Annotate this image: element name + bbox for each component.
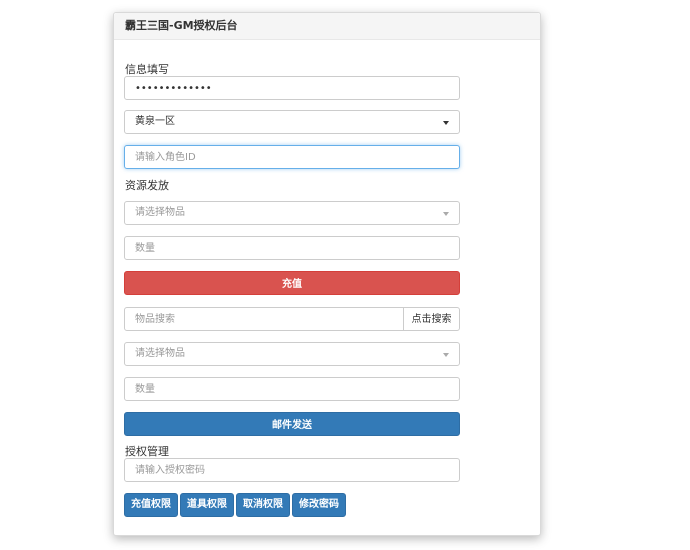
mail-quantity-input[interactable] <box>124 377 460 401</box>
gm-panel: 霸王三国-GM授权后台 信息填写 黄泉一区 资源发放 请选择物品 充值 点击搜索… <box>113 12 541 536</box>
role-id-input[interactable] <box>124 145 460 169</box>
cancel-permission-button[interactable]: 取消权限 <box>236 493 290 517</box>
auth-section-label: 授权管理 <box>125 445 169 458</box>
chevron-down-icon <box>443 212 449 216</box>
item-search-group: 点击搜索 <box>124 307 460 331</box>
server-select[interactable]: 黄泉一区 <box>124 110 460 134</box>
recharge-button[interactable]: 充值 <box>124 271 460 295</box>
search-button[interactable]: 点击搜索 <box>403 307 460 331</box>
mail-item-select-value: 请选择物品 <box>135 348 185 359</box>
resource-section-label: 资源发放 <box>125 179 169 192</box>
panel-heading: 霸王三国-GM授权后台 <box>114 13 540 40</box>
resource-item-select-value: 请选择物品 <box>135 207 185 218</box>
auth-password-input[interactable] <box>124 458 460 482</box>
auth-button-row: 充值权限 道具权限 取消权限 修改密码 <box>124 493 348 517</box>
item-permission-button[interactable]: 道具权限 <box>180 493 234 517</box>
mail-item-select[interactable]: 请选择物品 <box>124 342 460 366</box>
resource-quantity-input[interactable] <box>124 236 460 260</box>
resource-item-select[interactable]: 请选择物品 <box>124 201 460 225</box>
change-password-button[interactable]: 修改密码 <box>292 493 346 517</box>
chevron-down-icon <box>443 353 449 357</box>
password-field[interactable] <box>124 76 460 100</box>
info-section-label: 信息填写 <box>125 63 169 76</box>
recharge-permission-button[interactable]: 充值权限 <box>124 493 178 517</box>
panel-title: 霸王三国-GM授权后台 <box>125 19 238 32</box>
server-select-value: 黄泉一区 <box>135 116 175 127</box>
chevron-down-icon <box>443 121 449 125</box>
send-mail-button[interactable]: 邮件发送 <box>124 412 460 436</box>
item-search-input[interactable] <box>124 307 404 331</box>
